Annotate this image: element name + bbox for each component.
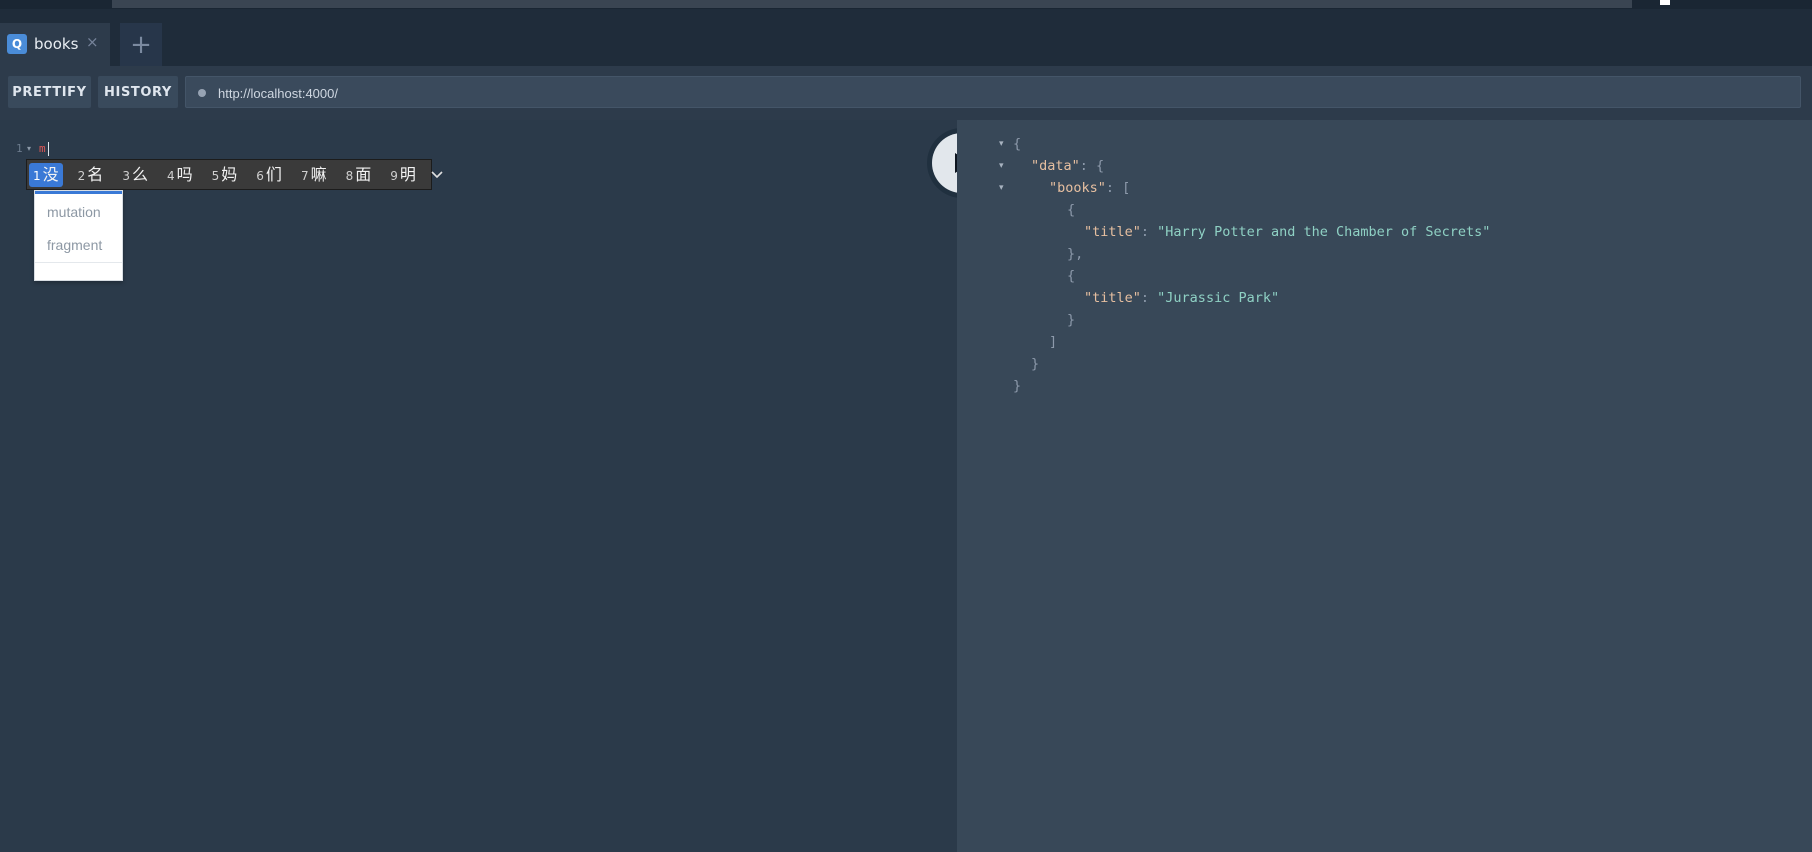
autocomplete-dropdown: mutation fragment: [34, 190, 123, 281]
ime-candidate[interactable]: 7嘛: [297, 163, 331, 187]
json-line: {: [1067, 268, 1076, 284]
json-line: {: [1067, 202, 1076, 218]
result-viewer: ▾ { ▾ "data": { ▾ "books": [ { "title": …: [957, 120, 1812, 852]
json-line: }: [1031, 356, 1040, 372]
ime-candidate[interactable]: 3么: [118, 163, 152, 187]
fold-arrow-icon[interactable]: ▾: [999, 139, 1004, 149]
ime-candidate[interactable]: 5妈: [208, 163, 242, 187]
autocomplete-item[interactable]: mutation: [47, 204, 101, 220]
dot-icon: [198, 89, 206, 97]
ime-candidate[interactable]: 8面: [342, 163, 376, 187]
ime-candidate[interactable]: 9明: [386, 163, 420, 187]
json-line: }: [1067, 312, 1076, 328]
close-icon[interactable]: ×: [86, 33, 99, 51]
tab-books[interactable]: Q books ×: [0, 23, 110, 66]
fold-arrow-icon[interactable]: ▾: [27, 144, 31, 153]
endpoint-url-input[interactable]: [216, 77, 1720, 109]
window-top-strip: [0, 0, 1812, 9]
query-icon: Q: [7, 34, 27, 54]
tab-label: books: [34, 35, 79, 53]
ime-candidate[interactable]: 4吗: [163, 163, 197, 187]
prettify-button[interactable]: PRETTIFY: [8, 76, 91, 108]
ime-candidate[interactable]: 1没: [29, 162, 63, 187]
json-line: ]: [1049, 334, 1058, 350]
query-editor[interactable]: 1 ▾ m: [0, 120, 957, 852]
add-tab-button[interactable]: +: [120, 23, 162, 66]
tab-bar: Q books × +: [0, 9, 1812, 66]
json-line: "books": [: [1049, 180, 1131, 196]
autocomplete-item[interactable]: fragment: [47, 237, 102, 253]
json-line: "data": {: [1031, 158, 1105, 174]
ime-candidate-bar: 1没 2名 3么 4吗 5妈 6们 7嘛 8面 9明: [26, 159, 443, 190]
top-marker: [1660, 0, 1670, 5]
line-number: 1: [16, 142, 23, 155]
ime-candidate[interactable]: 2名: [74, 163, 108, 187]
fold-arrow-icon[interactable]: ▾: [999, 183, 1004, 193]
selected-highlight: [35, 191, 122, 194]
chevron-down-icon[interactable]: [431, 168, 443, 182]
fold-arrow-icon[interactable]: ▾: [999, 161, 1004, 171]
json-line: },: [1067, 246, 1084, 262]
json-line: "title": "Jurassic Park": [1084, 290, 1280, 306]
text-cursor: [48, 142, 49, 156]
ime-candidate[interactable]: 6们: [252, 163, 286, 187]
editor-text: m: [39, 142, 46, 155]
url-bar[interactable]: [185, 76, 1801, 109]
json-line: {: [1013, 136, 1022, 152]
history-button[interactable]: HISTORY: [98, 76, 178, 108]
divider: [35, 262, 122, 263]
top-scrollbar[interactable]: [112, 0, 1632, 8]
json-line: }: [1013, 378, 1022, 394]
json-line: "title": "Harry Potter and the Chamber o…: [1084, 224, 1491, 240]
toolbar: PRETTIFY HISTORY: [0, 66, 1812, 120]
